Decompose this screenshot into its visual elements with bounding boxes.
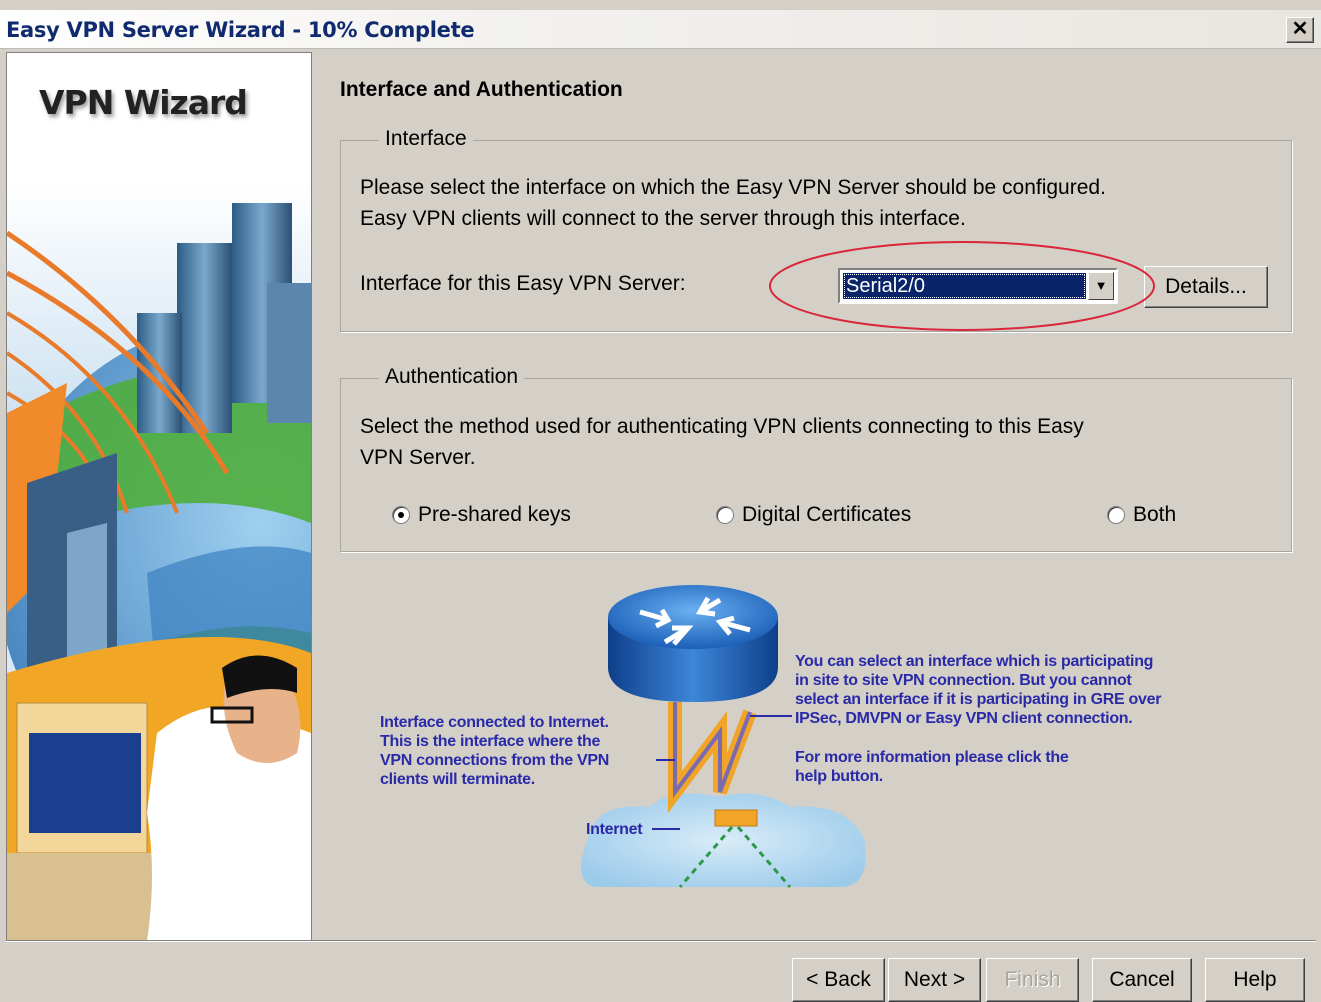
interface-select-value: Serial2/0 — [843, 273, 1086, 299]
radio-button[interactable] — [716, 506, 734, 524]
interface-legend: Interface — [379, 127, 473, 151]
interface-description-line1: Please select the interface on which the… — [360, 176, 1106, 199]
authentication-legend: Authentication — [379, 365, 525, 389]
internet-label: Internet — [586, 821, 643, 838]
diagram-left-note-line: clients will terminate. — [380, 771, 535, 788]
window-title: Easy VPN Server Wizard - 10% Complete — [6, 18, 475, 42]
radio-button-checked[interactable] — [392, 506, 410, 524]
page-heading: Interface and Authentication — [340, 78, 623, 101]
radio-pre-shared-keys[interactable]: Pre-shared keys — [392, 500, 571, 530]
details-button[interactable]: Details... — [1144, 266, 1268, 308]
diagram-right-note-line: You can select an interface which is par… — [795, 653, 1154, 670]
cancel-button[interactable]: Cancel — [1092, 958, 1192, 1002]
diagram-help-note-line: For more information please click the — [795, 749, 1069, 766]
sidebar-title: VPN Wizard — [39, 83, 248, 122]
authentication-description-line2: VPN Server. — [360, 446, 476, 469]
wizard-illustration — [7, 53, 311, 941]
diagram-left-note: Interface connected to Internet. This is… — [380, 713, 609, 789]
finish-button[interactable]: Finish — [986, 958, 1079, 1002]
authentication-description-line1: Select the method used for authenticatin… — [360, 415, 1084, 438]
radio-button[interactable] — [1107, 506, 1125, 524]
radio-label-pre-shared-keys: Pre-shared keys — [418, 503, 571, 526]
footer-divider — [6, 940, 1316, 942]
diagram-help-note-line: help button. — [795, 768, 883, 785]
diagram-right-note-line: IPSec, DMVPN or Easy VPN client connecti… — [795, 710, 1133, 727]
chevron-down-icon: ▼ — [1094, 278, 1108, 293]
radio-digital-certificates[interactable]: Digital Certificates — [716, 500, 911, 530]
diagram-left-note-line: Interface connected to Internet. — [380, 714, 609, 731]
diagram-left-note-line: VPN connections from the VPN — [380, 752, 609, 769]
interface-select[interactable]: Serial2/0 ▼ — [838, 268, 1118, 304]
close-button[interactable]: ✕ — [1286, 17, 1314, 43]
diagram-right-note-line: select an interface if it is participati… — [795, 691, 1162, 708]
radio-label-digital-certificates: Digital Certificates — [742, 503, 912, 526]
router-diagram — [581, 585, 866, 888]
diagram-help-note: For more information please click the he… — [795, 748, 1069, 786]
interface-description-line2: Easy VPN clients will connect to the ser… — [360, 207, 966, 230]
radio-label-both: Both — [1133, 503, 1177, 526]
title-bar[interactable]: Easy VPN Server Wizard - 10% Complete ✕ — [0, 10, 1321, 49]
radio-both[interactable]: Both — [1107, 500, 1176, 530]
back-button[interactable]: < Back — [792, 958, 885, 1002]
sidebar-illustration: VPN Wizard — [6, 52, 312, 942]
next-button[interactable]: Next > — [888, 958, 981, 1002]
diagram-right-note-line: in site to site VPN connection. But you … — [795, 672, 1132, 689]
interface-field-label: Interface for this Easy VPN Server: — [360, 272, 686, 295]
close-icon: ✕ — [1291, 18, 1309, 40]
diagram-right-note: You can select an interface which is par… — [795, 652, 1161, 728]
diagram-left-note-line: This is the interface where the — [380, 733, 601, 750]
wizard-window: Easy VPN Server Wizard - 10% Complete ✕ — [0, 0, 1321, 1002]
help-button[interactable]: Help — [1205, 958, 1305, 1002]
dropdown-arrow-button[interactable]: ▼ — [1088, 272, 1114, 300]
